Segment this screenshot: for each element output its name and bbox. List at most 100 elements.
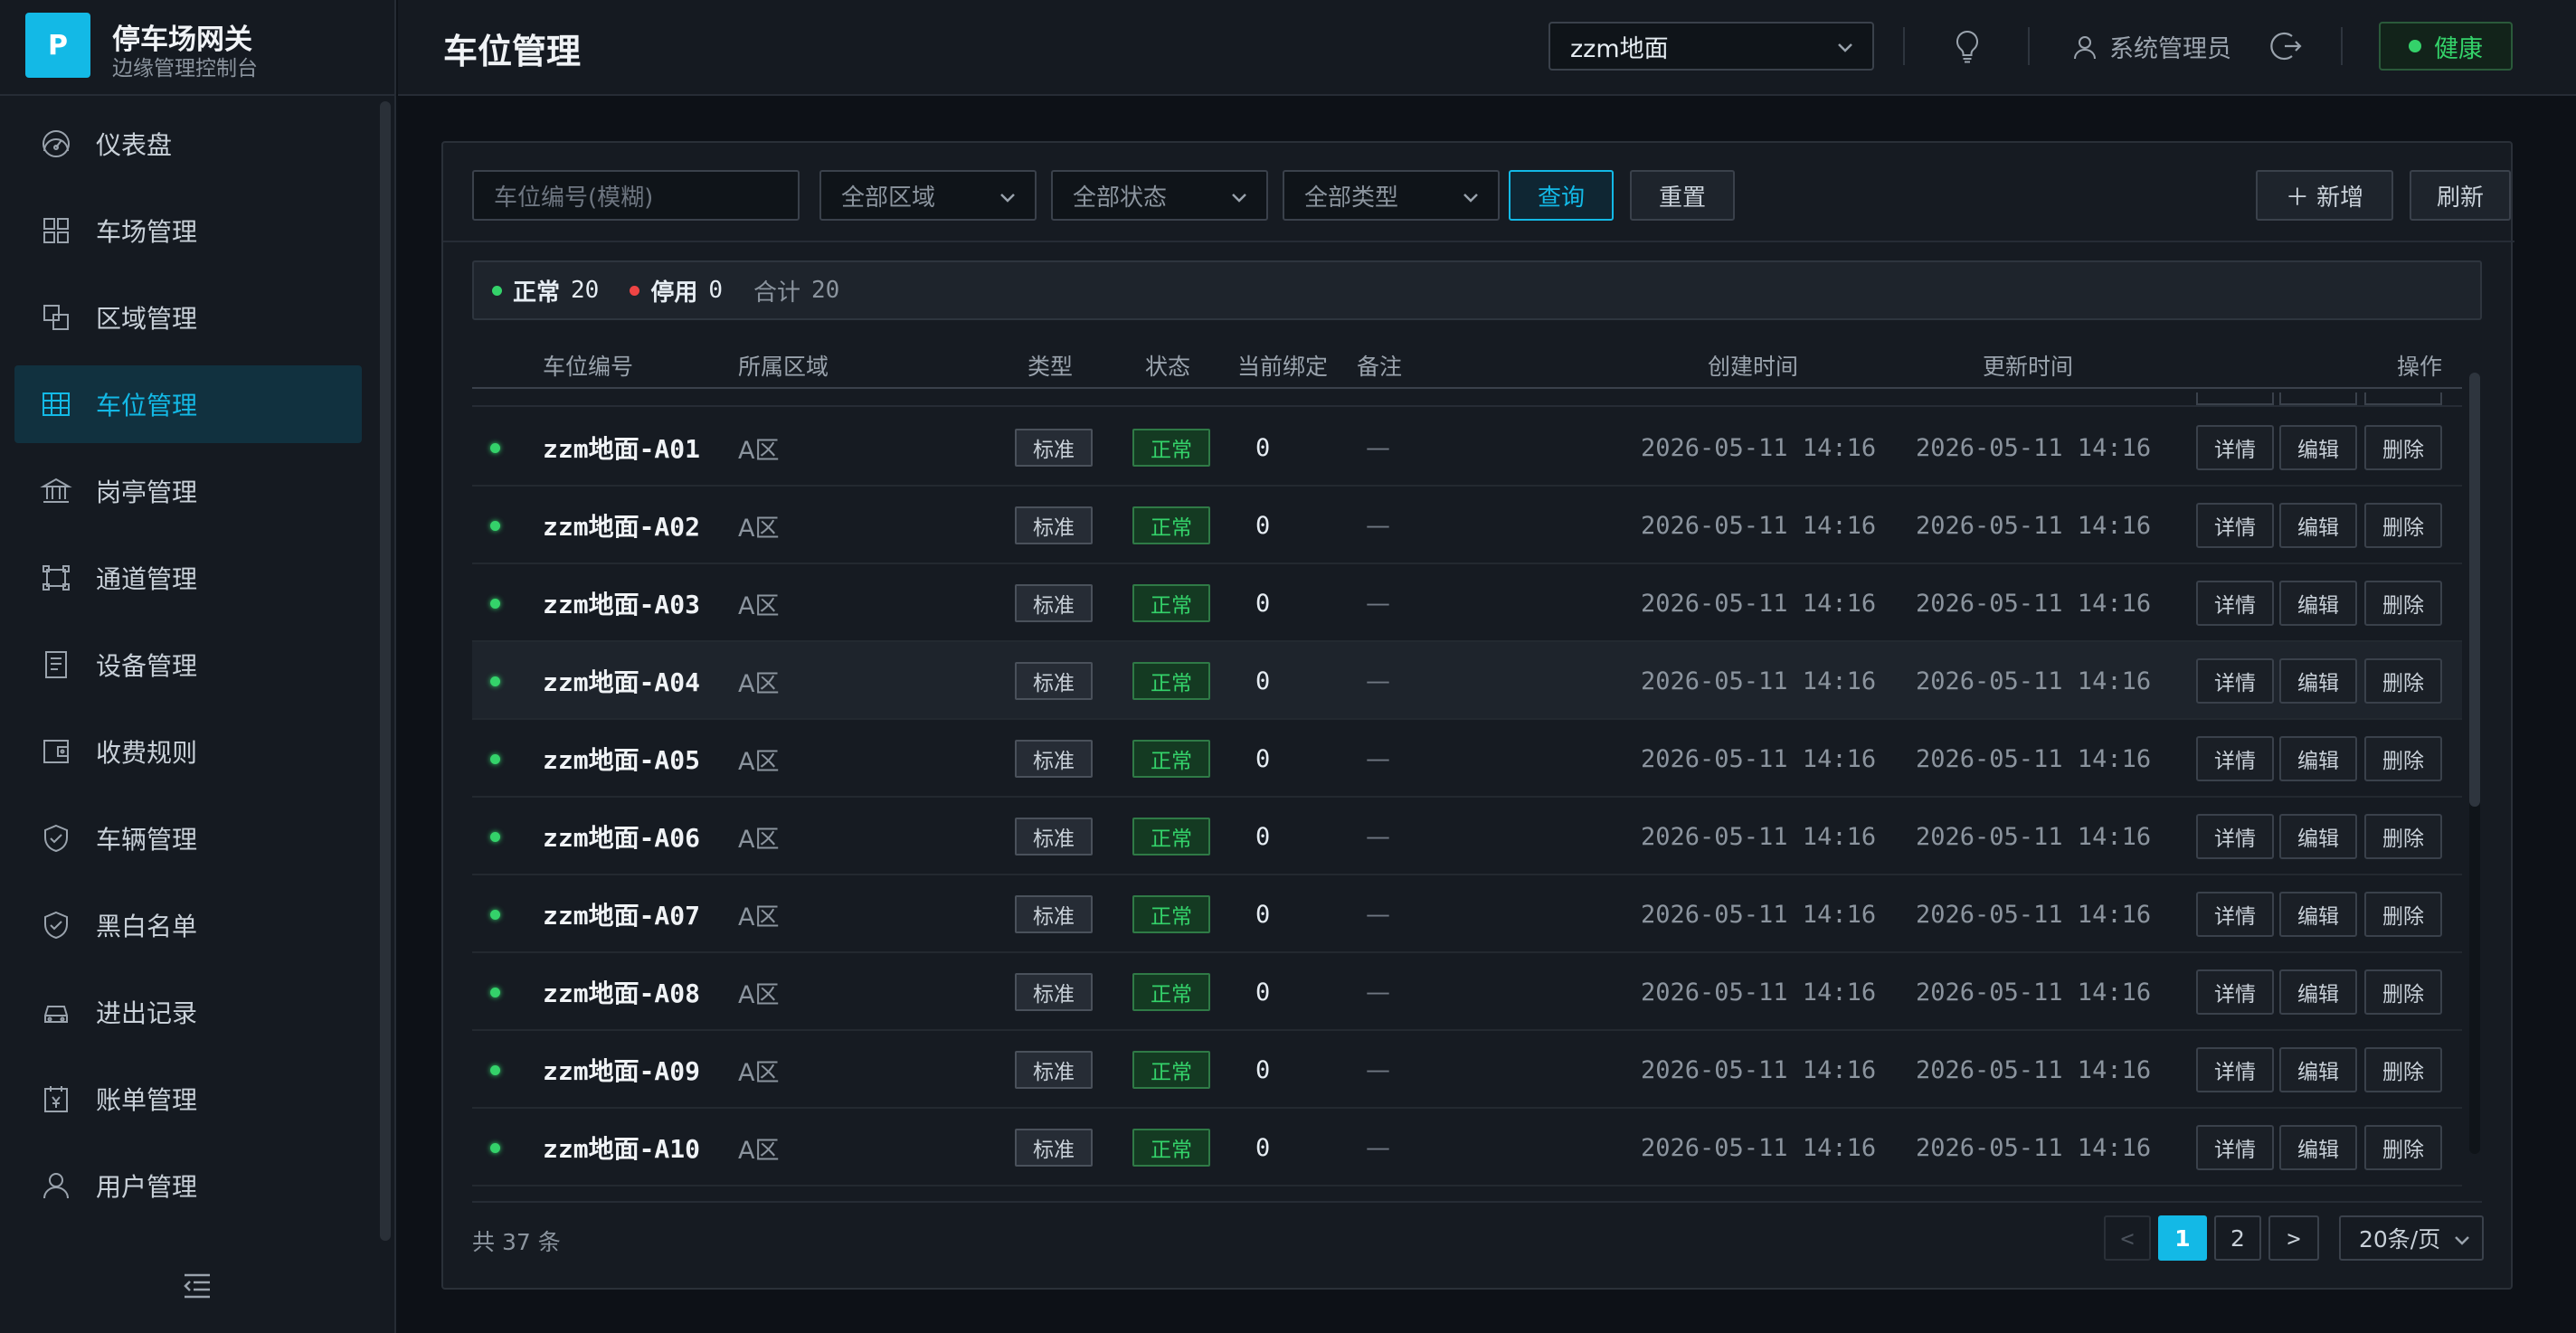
delete-button[interactable]: 删除 bbox=[2364, 736, 2442, 781]
detail-button[interactable]: 详情 bbox=[2196, 503, 2274, 548]
sidebar-item[interactable]: 账单管理 bbox=[14, 1060, 362, 1138]
area-filter-select[interactable]: 全部区域 bbox=[819, 170, 1037, 221]
current-user[interactable]: 系统管理员 bbox=[2071, 29, 2231, 64]
detail-button[interactable]: 详情 bbox=[2196, 1047, 2274, 1092]
table-row[interactable]: zzm地面-A04 A区 标准 正常 0 — 2026-05-11 14:16 2026-05… bbox=[472, 642, 2462, 720]
detail-button[interactable]: 详情 bbox=[2196, 892, 2274, 937]
page-1-button[interactable]: 1 bbox=[2158, 1215, 2207, 1261]
detail-button[interactable]: 详情 bbox=[2196, 969, 2274, 1015]
delete-button[interactable]: 删除 bbox=[2364, 581, 2442, 626]
detail-button[interactable]: 详情 bbox=[2196, 736, 2274, 781]
query-button[interactable]: 查询 bbox=[1509, 170, 1614, 221]
parking-lot-select[interactable]: zzm地面 bbox=[1548, 22, 1874, 71]
health-dot bbox=[2409, 40, 2421, 52]
column-header[interactable]: 备注 bbox=[1357, 349, 1402, 382]
status-filter-select[interactable]: 全部状态 bbox=[1051, 170, 1268, 221]
delete-button[interactable]: 删除 bbox=[2364, 969, 2442, 1015]
table-row[interactable]: zzm地面-A03 A区 标准 正常 0 — 2026-05-11 14:16 2026-05… bbox=[472, 564, 2462, 642]
collapse-sidebar-icon[interactable] bbox=[181, 1270, 213, 1302]
sidebar-item[interactable]: 仪表盘 bbox=[14, 105, 362, 183]
table-row[interactable]: zzm地面-A09 A区 标准 正常 0 — 2026-05-11 14:16 2026-05… bbox=[472, 1031, 2462, 1109]
column-header[interactable]: 当前绑定 bbox=[1237, 349, 1328, 382]
next-page-button[interactable]: > bbox=[2268, 1215, 2319, 1261]
column-header[interactable]: 车位编号 bbox=[543, 349, 633, 382]
table-scrollbar-thumb[interactable] bbox=[2469, 373, 2480, 807]
sidebar-item[interactable]: 岗亭管理 bbox=[14, 452, 362, 530]
edit-button[interactable]: 编辑 bbox=[2279, 892, 2357, 937]
sidebar-item-label: 车位管理 bbox=[96, 391, 198, 421]
sidebar-item-label: 设备管理 bbox=[96, 651, 198, 681]
normal-count: 20 bbox=[571, 277, 600, 304]
sidebar-item[interactable]: 区域管理 bbox=[14, 279, 362, 356]
column-header[interactable]: 状态 bbox=[1145, 349, 1190, 382]
delete-button[interactable]: 删除 bbox=[2364, 503, 2442, 548]
type-filter-select[interactable]: 全部类型 bbox=[1283, 170, 1500, 221]
detail-button[interactable]: 详情 bbox=[2196, 814, 2274, 859]
sidebar-item[interactable]: 通道管理 bbox=[14, 539, 362, 617]
space-created-time: 2026-05-11 14:16 bbox=[1641, 1055, 1877, 1084]
table-row[interactable]: zzm地面-A06 A区 标准 正常 0 — 2026-05-11 14:16 2026-05… bbox=[472, 798, 2462, 875]
sidebar-item[interactable]: 车场管理 bbox=[14, 192, 362, 269]
sidebar-item[interactable]: 车辆管理 bbox=[14, 799, 362, 877]
edit-button[interactable]: 编辑 bbox=[2279, 581, 2357, 626]
table-row[interactable]: zzm地面-A08 A区 标准 正常 0 — 2026-05-11 14:16 2026-05… bbox=[472, 953, 2462, 1031]
table-scrollbar[interactable] bbox=[2469, 373, 2480, 1154]
delete-button[interactable]: 删除 bbox=[2364, 814, 2442, 859]
column-header[interactable]: 创建时间 bbox=[1708, 349, 1798, 382]
detail-button[interactable]: 详情 bbox=[2196, 1125, 2274, 1170]
space-status-tag: 正常 bbox=[1132, 662, 1210, 700]
lightbulb-icon[interactable] bbox=[1948, 27, 1986, 65]
sidebar-item[interactable]: 进出记录 bbox=[14, 973, 362, 1051]
space-area: A区 bbox=[738, 669, 780, 698]
detail-button[interactable]: 详情 bbox=[2196, 425, 2274, 470]
dashboard-icon bbox=[40, 128, 72, 160]
edit-button[interactable]: 编辑 bbox=[2279, 969, 2357, 1015]
reset-button[interactable]: 重置 bbox=[1630, 170, 1735, 221]
space-note: — bbox=[1366, 900, 1390, 929]
sidebar-item[interactable]: 设备管理 bbox=[14, 626, 362, 704]
edit-button[interactable]: 编辑 bbox=[2279, 658, 2357, 704]
space-current-binding: 0 bbox=[1255, 511, 1271, 540]
add-space-button[interactable]: ＋ 新增 bbox=[2256, 170, 2393, 221]
space-updated-time: 2026-05-11 14:16 bbox=[1916, 666, 2152, 695]
page-size-select[interactable]: 20条/页 bbox=[2339, 1215, 2484, 1261]
delete-button[interactable]: 删除 bbox=[2364, 658, 2442, 704]
space-code-search-input[interactable]: 车位编号(模糊) bbox=[472, 170, 800, 221]
edit-button[interactable]: 编辑 bbox=[2279, 736, 2357, 781]
column-header[interactable]: 所属区域 bbox=[738, 349, 829, 382]
edit-button[interactable]: 编辑 bbox=[2279, 1125, 2357, 1170]
edit-button[interactable]: 编辑 bbox=[2279, 503, 2357, 548]
logout-icon[interactable] bbox=[2267, 27, 2305, 65]
delete-button[interactable]: 删除 bbox=[2364, 1047, 2442, 1092]
column-header: 操作 bbox=[2397, 354, 2443, 380]
parking-lot-select-value: zzm地面 bbox=[1570, 34, 1669, 63]
edit-button[interactable]: 编辑 bbox=[2279, 814, 2357, 859]
refresh-button[interactable]: 刷新 bbox=[2410, 170, 2511, 221]
detail-button[interactable]: 详情 bbox=[2196, 658, 2274, 704]
sidebar-item[interactable]: 黑白名单 bbox=[14, 886, 362, 964]
table-row[interactable]: zzm地面-A07 A区 标准 正常 0 — 2026-05-11 14:16 2026-05… bbox=[472, 875, 2462, 953]
edit-button[interactable]: 编辑 bbox=[2279, 1047, 2357, 1092]
detail-button[interactable]: 详情 bbox=[2196, 581, 2274, 626]
table-row[interactable]: zzm地面-A10 A区 标准 正常 0 — 2026-05-11 14:16 2026-05… bbox=[472, 1109, 2462, 1186]
sidebar-item-label: 进出记录 bbox=[96, 998, 198, 1028]
column-header[interactable]: 更新时间 bbox=[1983, 349, 2073, 382]
table-row[interactable]: zzm地面-A01 A区 标准 正常 0 — 2026-05-11 14:16 2026-05… bbox=[472, 409, 2462, 487]
sidebar-item[interactable]: 用户管理 bbox=[14, 1147, 362, 1224]
delete-button[interactable]: 删除 bbox=[2364, 1125, 2442, 1170]
sidebar-scrollbar[interactable] bbox=[380, 101, 391, 1241]
space-note: — bbox=[1366, 744, 1390, 773]
sidebar-item[interactable]: 车位管理 bbox=[14, 365, 362, 443]
prev-page-button[interactable]: < bbox=[2104, 1215, 2151, 1261]
sidebar-item[interactable]: 收费规则 bbox=[14, 713, 362, 790]
delete-button[interactable]: 删除 bbox=[2364, 892, 2442, 937]
edit-button[interactable]: 编辑 bbox=[2279, 425, 2357, 470]
delete-button[interactable]: 删除 bbox=[2364, 425, 2442, 470]
page-2-button[interactable]: 2 bbox=[2214, 1215, 2261, 1261]
space-current-binding: 0 bbox=[1255, 900, 1271, 929]
table-row[interactable]: zzm地面-A05 A区 标准 正常 0 — 2026-05-11 14:16 2026-05… bbox=[472, 720, 2462, 798]
space-code: zzm地面-A07 bbox=[543, 901, 701, 931]
table-row[interactable]: zzm地面-A02 A区 标准 正常 0 — 2026-05-11 14:16 2026-05… bbox=[472, 487, 2462, 564]
disabled-label: 停用 bbox=[650, 279, 698, 307]
column-header[interactable]: 类型 bbox=[1028, 349, 1073, 382]
